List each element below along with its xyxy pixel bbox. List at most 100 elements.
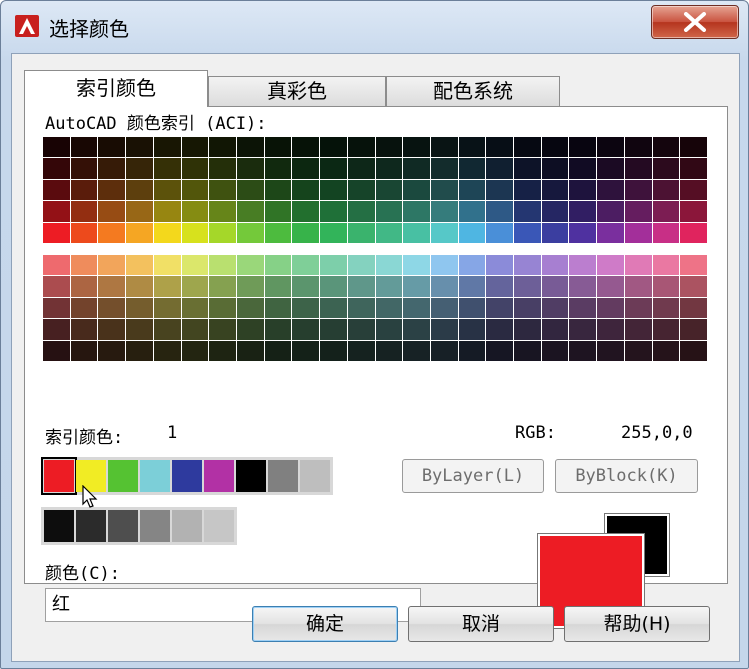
aci-color-cell[interactable] [347,179,375,201]
aci-color-cell[interactable] [98,158,126,179]
aci-color-cell[interactable] [70,137,98,158]
aci-color-cell[interactable] [236,179,264,201]
aci-color-cell[interactable] [70,201,98,222]
aci-color-cell[interactable] [347,222,375,243]
aci-color-cell[interactable] [320,179,347,201]
aci-color-cell[interactable] [347,201,375,222]
aci-color-cell[interactable] [209,297,236,319]
color-swatch[interactable] [268,460,298,492]
aci-color-cell[interactable] [98,179,126,201]
aci-color-cell[interactable] [292,137,320,158]
aci-color-cell[interactable] [541,340,569,361]
aci-color-cell[interactable] [320,201,347,222]
aci-color-cell[interactable] [126,319,153,340]
help-button[interactable]: 帮助(H) [564,606,710,642]
aci-color-cell[interactable] [375,222,403,243]
aci-color-cell[interactable] [375,340,403,361]
aci-color-cell[interactable] [347,158,375,179]
aci-color-cell[interactable] [430,276,458,297]
aci-color-cell[interactable] [624,276,652,297]
aci-color-cell[interactable] [153,201,181,222]
aci-color-cell[interactable] [320,222,347,243]
aci-color-cell[interactable] [486,255,514,276]
aci-color-cell[interactable] [375,276,403,297]
aci-color-cell[interactable] [624,201,652,222]
aci-color-cell[interactable] [541,158,569,179]
aci-color-cell[interactable] [680,276,707,297]
aci-color-cell[interactable] [680,179,707,201]
aci-color-cell[interactable] [597,319,624,340]
aci-color-cell[interactable] [430,158,458,179]
aci-color-cell[interactable] [624,179,652,201]
aci-color-cell[interactable] [70,255,98,276]
aci-color-cell[interactable] [514,137,541,158]
aci-color-cell[interactable] [43,201,70,222]
aci-color-cell[interactable] [541,276,569,297]
aci-color-cell[interactable] [70,179,98,201]
aci-color-cell[interactable] [652,179,680,201]
aci-color-cell[interactable] [181,222,209,243]
color-swatch[interactable] [76,510,106,542]
color-swatch[interactable] [140,460,170,492]
aci-color-cell[interactable] [70,222,98,243]
aci-color-cell[interactable] [597,222,624,243]
aci-color-cell[interactable] [458,319,486,340]
aci-color-cell[interactable] [458,137,486,158]
aci-color-cell[interactable] [347,319,375,340]
aci-color-cell[interactable] [514,222,541,243]
aci-color-cell[interactable] [126,255,153,276]
color-swatch[interactable] [204,460,234,492]
aci-color-cell[interactable] [430,222,458,243]
aci-color-cell[interactable] [680,340,707,361]
aci-color-cell[interactable] [264,158,292,179]
aci-color-cell[interactable] [514,158,541,179]
aci-color-cell[interactable] [126,137,153,158]
aci-color-cell[interactable] [320,255,347,276]
aci-color-cell[interactable] [514,340,541,361]
aci-color-cell[interactable] [458,158,486,179]
aci-color-cell[interactable] [403,255,430,276]
aci-color-cell[interactable] [597,179,624,201]
aci-color-cell[interactable] [569,222,597,243]
aci-color-cell[interactable] [486,319,514,340]
aci-color-cell[interactable] [43,137,70,158]
aci-color-cell[interactable] [320,137,347,158]
aci-color-cell[interactable] [652,255,680,276]
title-bar[interactable]: 选择颜色 [1,1,748,53]
aci-color-cell[interactable] [375,158,403,179]
aci-color-cell[interactable] [569,276,597,297]
aci-color-cell[interactable] [541,222,569,243]
aci-color-cell[interactable] [320,297,347,319]
aci-color-cell[interactable] [680,222,707,243]
aci-color-cell[interactable] [43,340,70,361]
aci-color-cell[interactable] [98,255,126,276]
aci-color-cell[interactable] [375,201,403,222]
aci-color-cell[interactable] [209,201,236,222]
aci-color-cell[interactable] [181,179,209,201]
aci-color-cell[interactable] [680,137,707,158]
aci-color-cell[interactable] [264,276,292,297]
aci-color-cell[interactable] [43,222,70,243]
aci-color-cell[interactable] [181,319,209,340]
aci-color-cell[interactable] [486,222,514,243]
aci-color-cell[interactable] [264,340,292,361]
aci-color-cell[interactable] [403,201,430,222]
aci-color-cell[interactable] [458,276,486,297]
close-button[interactable] [651,5,739,39]
aci-color-cell[interactable] [569,340,597,361]
aci-color-cell[interactable] [486,297,514,319]
aci-color-cell[interactable] [569,297,597,319]
aci-color-cell[interactable] [680,255,707,276]
color-swatch[interactable] [108,460,138,492]
aci-color-cell[interactable] [541,297,569,319]
aci-color-cell[interactable] [541,201,569,222]
aci-color-cell[interactable] [652,297,680,319]
color-swatch[interactable] [140,510,170,542]
aci-color-cell[interactable] [680,297,707,319]
aci-color-cell[interactable] [43,158,70,179]
aci-color-cell[interactable] [680,319,707,340]
aci-color-cell[interactable] [597,158,624,179]
aci-color-cell[interactable] [569,255,597,276]
aci-color-cell[interactable] [403,137,430,158]
aci-color-cell[interactable] [597,276,624,297]
